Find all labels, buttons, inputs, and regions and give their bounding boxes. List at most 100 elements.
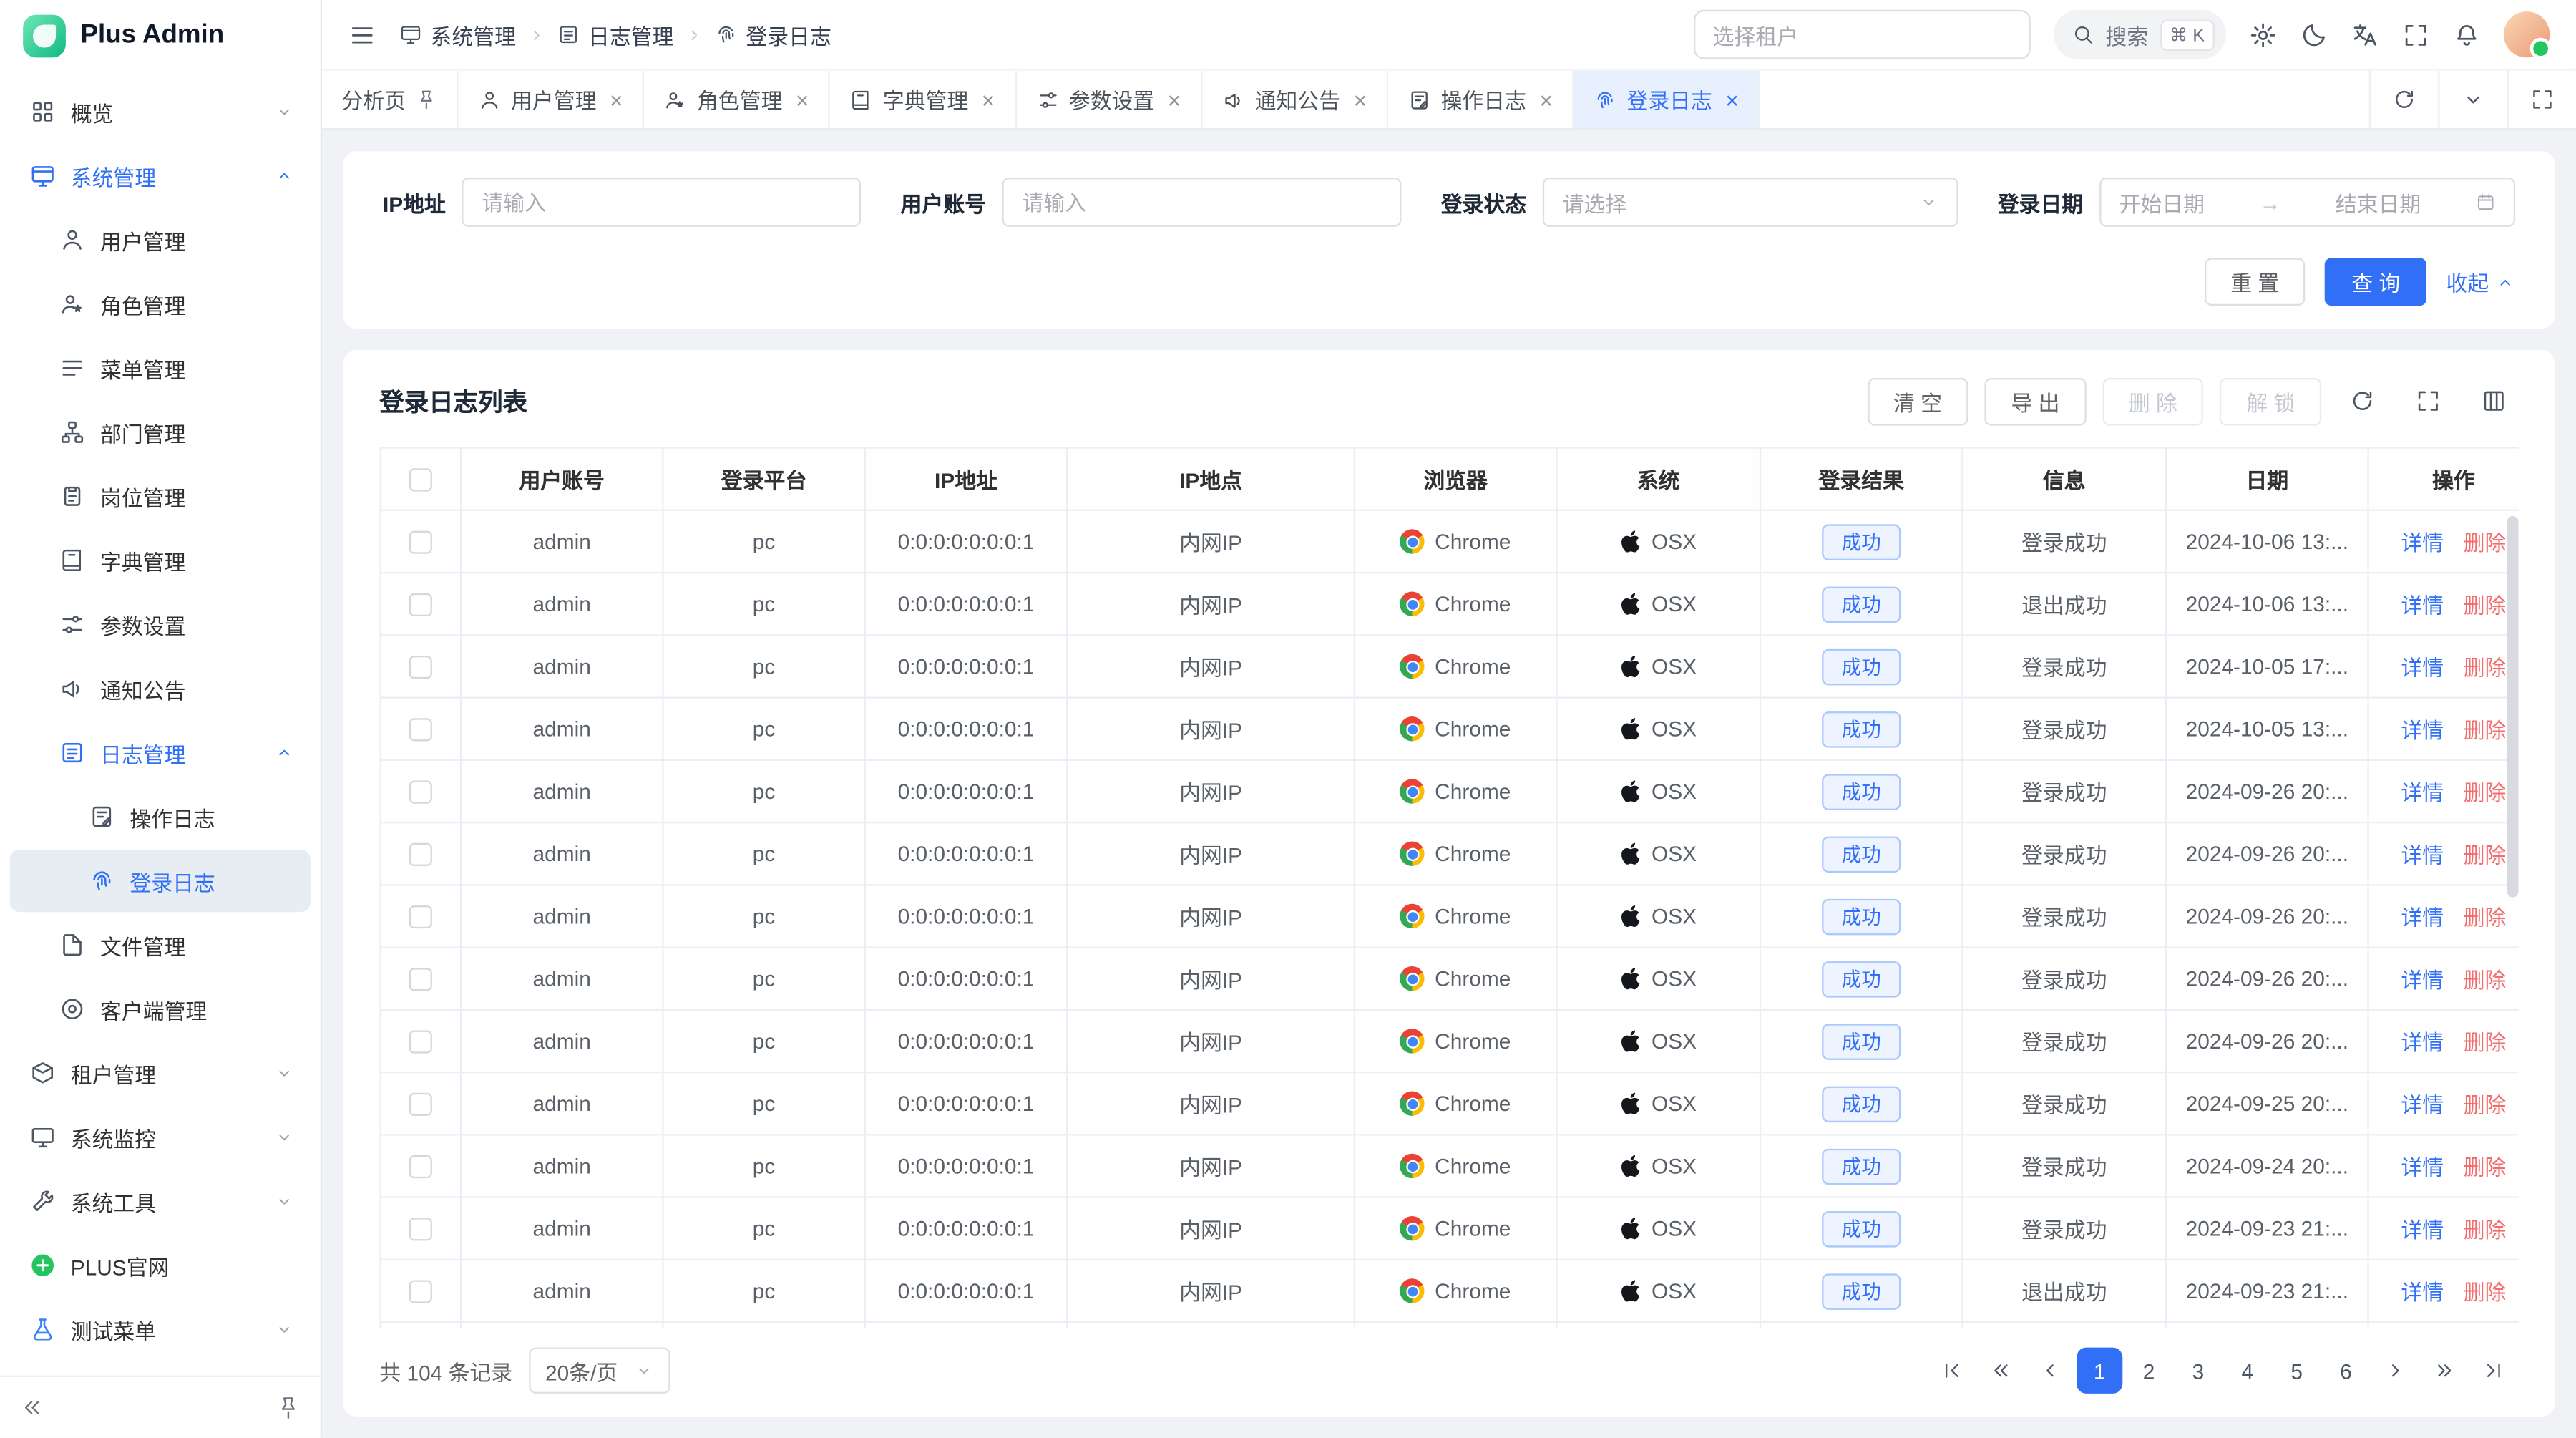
prev-page-button[interactable]: [2027, 1348, 2073, 1394]
last-page-button[interactable]: [2471, 1348, 2517, 1394]
row-checkbox[interactable]: [409, 843, 432, 866]
delete-link[interactable]: 删除: [2464, 1281, 2507, 1305]
delete-link[interactable]: 删除: [2464, 781, 2507, 805]
collapse-sidebar-icon[interactable]: [20, 1395, 44, 1419]
row-checkbox[interactable]: [409, 968, 432, 991]
sidebar-item-系统管理[interactable]: 系统管理: [10, 145, 311, 207]
detail-link[interactable]: 详情: [2401, 1155, 2444, 1180]
tab-参数设置[interactable]: 参数设置×: [1016, 71, 1202, 128]
next-page-button[interactable]: [2372, 1348, 2418, 1394]
global-search[interactable]: 搜索 ⌘ K: [2053, 10, 2226, 59]
delete-button[interactable]: 删 除: [2102, 377, 2203, 425]
detail-link[interactable]: 详情: [2401, 593, 2444, 618]
tab-通知公告[interactable]: 通知公告×: [1202, 71, 1388, 128]
detail-link[interactable]: 详情: [2401, 1218, 2444, 1242]
table-scrollbar-thumb[interactable]: [2507, 516, 2519, 898]
delete-link[interactable]: 删除: [2464, 1093, 2507, 1117]
page-1-button[interactable]: 1: [2077, 1348, 2122, 1394]
pin-sidebar-icon[interactable]: [276, 1395, 301, 1419]
notifications-bell-icon[interactable]: [2453, 21, 2481, 49]
fullscreen-icon[interactable]: [2402, 21, 2430, 49]
dark-mode-moon-icon[interactable]: [2300, 21, 2328, 49]
row-checkbox[interactable]: [409, 1156, 432, 1179]
clear-button[interactable]: 清 空: [1867, 377, 1968, 425]
tab-分析页[interactable]: 分析页: [322, 71, 459, 128]
detail-link[interactable]: 详情: [2401, 843, 2444, 868]
delete-link[interactable]: 删除: [2464, 593, 2507, 618]
user-avatar[interactable]: [2504, 11, 2550, 57]
tab-登录日志[interactable]: 登录日志×: [1574, 71, 1760, 128]
detail-link[interactable]: 详情: [2401, 968, 2444, 992]
collapse-filters-link[interactable]: 收起: [2446, 266, 2515, 298]
page-5-button[interactable]: 5: [2274, 1348, 2320, 1394]
close-icon[interactable]: ×: [1168, 88, 1181, 111]
row-checkbox[interactable]: [409, 593, 432, 616]
app-logo[interactable]: Plus Admin: [0, 0, 321, 72]
sidebar-item-概览[interactable]: 概览: [10, 80, 311, 142]
sidebar-item-岗位管理[interactable]: 岗位管理: [10, 465, 311, 528]
sidebar-item-系统工具[interactable]: 系统工具: [10, 1170, 311, 1233]
pin-icon[interactable]: [416, 89, 437, 110]
close-icon[interactable]: ×: [982, 88, 995, 111]
sidebar-item-工作流[interactable]: 工作流: [10, 1362, 311, 1375]
tab-角色管理[interactable]: 角色管理×: [644, 71, 830, 128]
query-button[interactable]: 查 询: [2326, 258, 2426, 306]
tab-操作日志[interactable]: 操作日志×: [1388, 71, 1574, 128]
sidebar-item-操作日志[interactable]: 操作日志: [10, 785, 311, 847]
next-group-button[interactable]: [2421, 1348, 2467, 1394]
export-button[interactable]: 导 出: [1985, 377, 2086, 425]
sidebar-item-文件管理[interactable]: 文件管理: [10, 914, 311, 976]
detail-link[interactable]: 详情: [2401, 905, 2444, 930]
sidebar-item-测试菜单[interactable]: 测试菜单: [10, 1298, 311, 1361]
delete-link[interactable]: 删除: [2464, 1155, 2507, 1180]
tab-options-chevron-icon[interactable]: [2438, 71, 2507, 128]
sidebar-item-客户端管理[interactable]: 客户端管理: [10, 978, 311, 1040]
date-range-picker[interactable]: 开始日期→结束日期: [2099, 178, 2515, 227]
select-all-checkbox[interactable]: [409, 469, 432, 492]
prev-group-button[interactable]: [1978, 1348, 2024, 1394]
sidebar-item-字典管理[interactable]: 字典管理: [10, 529, 311, 591]
translate-icon[interactable]: [2351, 21, 2379, 49]
row-checkbox[interactable]: [409, 1093, 432, 1116]
refresh-table-icon[interactable]: [2338, 376, 2387, 426]
delete-link[interactable]: 删除: [2464, 718, 2507, 742]
detail-link[interactable]: 详情: [2401, 781, 2444, 805]
row-checkbox[interactable]: [409, 1031, 432, 1054]
row-checkbox[interactable]: [409, 719, 432, 742]
tab-用户管理[interactable]: 用户管理×: [459, 71, 645, 128]
delete-link[interactable]: 删除: [2464, 843, 2507, 868]
detail-link[interactable]: 详情: [2401, 1281, 2444, 1305]
row-checkbox[interactable]: [409, 1281, 432, 1303]
refresh-page-icon[interactable]: [2369, 71, 2438, 128]
first-page-button[interactable]: [1928, 1348, 1974, 1394]
close-icon[interactable]: ×: [1725, 88, 1739, 111]
maximize-content-icon[interactable]: [2507, 71, 2576, 128]
sidebar-item-部门管理[interactable]: 部门管理: [10, 401, 311, 463]
close-icon[interactable]: ×: [610, 88, 623, 111]
sidebar-item-通知公告[interactable]: 通知公告: [10, 657, 311, 719]
row-checkbox[interactable]: [409, 906, 432, 929]
breadcrumb-item[interactable]: 系统管理: [399, 19, 516, 50]
detail-link[interactable]: 详情: [2401, 531, 2444, 555]
用户账号-input[interactable]: [1002, 178, 1402, 227]
tab-字典管理[interactable]: 字典管理×: [830, 71, 1016, 128]
unlock-button[interactable]: 解 锁: [2220, 377, 2321, 425]
sidebar-item-登录日志[interactable]: 登录日志: [10, 850, 311, 912]
sidebar-item-角色管理[interactable]: 角色管理: [10, 273, 311, 335]
page-4-button[interactable]: 4: [2225, 1348, 2270, 1394]
close-icon[interactable]: ×: [796, 88, 809, 111]
row-checkbox[interactable]: [409, 1218, 432, 1241]
sidebar-item-PLUS官网[interactable]: PLUS官网: [10, 1234, 311, 1296]
page-3-button[interactable]: 3: [2175, 1348, 2221, 1394]
delete-link[interactable]: 删除: [2464, 1218, 2507, 1242]
breadcrumb-item[interactable]: 登录日志: [715, 19, 831, 50]
tenant-select[interactable]: 选择租户: [1693, 10, 2030, 59]
detail-link[interactable]: 详情: [2401, 718, 2444, 742]
sidebar-item-用户管理[interactable]: 用户管理: [10, 209, 311, 271]
breadcrumb-item[interactable]: 日志管理: [557, 19, 673, 50]
reset-button[interactable]: 重 置: [2204, 258, 2305, 306]
delete-link[interactable]: 删除: [2464, 1031, 2507, 1055]
row-checkbox[interactable]: [409, 531, 432, 554]
sidebar-item-日志管理[interactable]: 日志管理: [10, 722, 311, 784]
page-size-select[interactable]: 20条/页: [529, 1348, 670, 1394]
